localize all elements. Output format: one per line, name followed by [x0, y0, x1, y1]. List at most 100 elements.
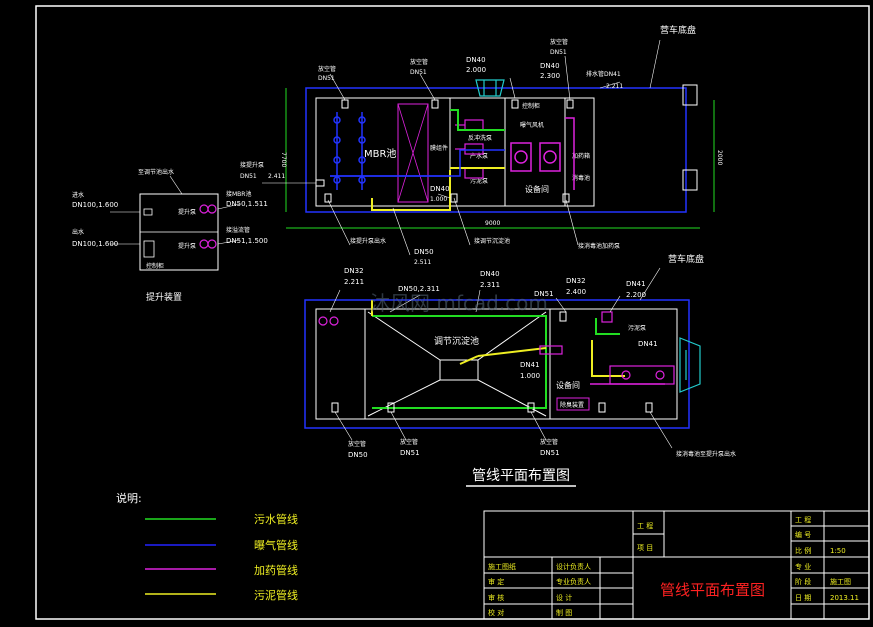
pump-group: [455, 119, 484, 179]
bottom-pipe-dn-5: DN41: [626, 280, 646, 288]
dim-bottom-text: 9000: [485, 220, 500, 227]
lift-pump-b: 提升泵: [178, 242, 196, 250]
top-pipe-elev-4: 2.300: [540, 72, 560, 80]
top-pipe-label-6: 接提升泵: [240, 161, 264, 169]
bottom-pipe-elev-4: 2.400: [566, 288, 586, 296]
legend-label-2: 加药管线: [254, 563, 298, 577]
tb-left-0-1: 设计负责人: [556, 562, 591, 571]
backwash-pump-label: 反冲洗泵: [468, 134, 492, 142]
lift-dn-4: DN51,1.500: [226, 237, 268, 245]
tb-right-3-0: 专 业: [795, 562, 811, 571]
lift-label-0: 至调节池出水: [138, 168, 174, 176]
top-below-label-1: 接调节沉淀池: [474, 237, 510, 245]
top-pipe-elev-5: 2.211: [606, 83, 623, 90]
tb-right-5-0: 日 期: [795, 594, 811, 602]
aeration-fan-label: 曝气风机: [520, 121, 544, 129]
bottom-chassis-label: 营车底盘: [668, 253, 704, 265]
bottom-pipe-elev-2: 2.311: [480, 281, 500, 289]
drawing-title: 管线平面布置图: [472, 468, 570, 484]
legend: 说明: 污水管线 曝气管线 加药管线 污泥管线: [116, 491, 298, 602]
settling-tank-label: 调节沉淀池: [434, 335, 479, 347]
legend-label-0: 污水管线: [254, 512, 298, 526]
top-pipe-label-1: 放空管: [410, 58, 428, 66]
legend-label-1: 曝气管线: [254, 538, 298, 552]
top-pipe-label-5: 排水管DN41: [586, 70, 621, 78]
bottom-pipe-dn-7: DN41: [638, 340, 658, 348]
tb-left-1-0: 审 定: [488, 577, 504, 586]
lift-label-1: 进水: [72, 191, 84, 199]
top-pipe-dn-8: DN50: [414, 248, 434, 256]
bottom-pipe-dn-10: DN51: [540, 449, 560, 457]
bottom-sludge-pump-label: 污泥泵: [628, 324, 646, 332]
top-pipe-elev-7: 1.000: [430, 196, 447, 203]
lift-device: 至调节池出水 进水 DN100,1.600 出水 DN100,1.600 接MB…: [72, 168, 268, 303]
title-block-text: 工 程 项 目 管线平面布置图 施工图纸 设计负责人 审 定 专业负责人 审 核…: [488, 515, 859, 617]
top-below-label-0: 接提升泵出水: [350, 237, 386, 245]
top-chassis-label: 营车底盘: [660, 24, 696, 36]
top-pipe-elev-2: 2.000: [466, 66, 486, 74]
top-pipe-label-0: 放空管: [318, 65, 336, 73]
bottom-valves: [331, 311, 653, 413]
watermark: 沐风网 mfcad.com: [370, 291, 548, 315]
bottom-plan: 调节沉淀池 设备间 污泥泵 除臭装置 DN32 2.211 DN50,2.311…: [304, 253, 736, 459]
top-pipe-dn-7: DN40: [430, 185, 450, 193]
lift-label-4: 接溢流管: [226, 226, 250, 234]
top-plan: 7700 2000 9000 MBR池 膜组件 设备间 曝气风机 控制柜 反冲洗…: [240, 24, 723, 266]
bottom-tank-wall: [315, 308, 678, 420]
bottom-pipe-dn-9: DN51: [400, 449, 420, 457]
tb-left-0-0: 施工图纸: [488, 562, 516, 571]
tb-left-3-1: 制 图: [556, 608, 572, 617]
tb-right-5-1: 2013.11: [830, 594, 859, 602]
top-pipe-dn-4: DN40: [540, 62, 560, 70]
legend-label-3: 污泥管线: [254, 588, 298, 602]
tb-right-4-0: 阶 段: [795, 577, 811, 586]
tb-left-2-1: 设 计: [556, 593, 572, 602]
tb-project-sub: 项 目: [637, 544, 653, 552]
lift-label-3: 接MBR池: [226, 190, 251, 198]
bottom-right-label: 接消毒池至提升泵出水: [676, 450, 736, 458]
tb-right-2-1: 1:50: [830, 547, 846, 555]
bottom-label-2: 放空管: [540, 438, 558, 446]
top-pipe-dn-6: DN51: [240, 173, 257, 180]
tb-left-1-1: 专业负责人: [556, 577, 591, 586]
tb-project-label: 工 程: [637, 521, 653, 530]
dim-right-text: 2000: [716, 150, 723, 165]
bottom-pipe-dn-2: DN40: [480, 270, 500, 278]
top-equipment-room-label: 设备间: [525, 184, 549, 194]
membrane-label: 膜组件: [430, 144, 448, 152]
tb-drawing-name: 管线平面布置图: [660, 581, 765, 599]
top-pipe-elev-6: 2.411: [268, 173, 285, 180]
lift-dn-1: DN100,1.600: [72, 201, 118, 209]
title-block: [483, 510, 870, 620]
lift-pumps: [199, 204, 217, 249]
bottom-dosing-label: 除臭装置: [560, 401, 584, 409]
bottom-pipe-dn-6: DN41: [520, 361, 540, 369]
bottom-pipe-elev-6: 1.000: [520, 372, 540, 380]
bottom-pipe-elev-0: 2.211: [344, 278, 364, 286]
bottom-pipe-elev-5: 2.200: [626, 291, 646, 299]
bottom-equipment-label: 设备间: [556, 380, 580, 390]
top-pipe-dn-1: DN51: [410, 69, 427, 76]
lift-control-box: 控制柜: [146, 262, 164, 270]
top-pipe-elev-8: 2.511: [414, 259, 431, 266]
bottom-pipe-dn-8: DN50: [348, 451, 368, 459]
tb-right-0-0: 工 程: [795, 515, 811, 524]
lift-label-2: 出水: [72, 228, 84, 236]
product-pump-label: 产水泵: [470, 152, 488, 160]
lift-dn-3: DN50,1.511: [226, 200, 268, 208]
bottom-sludge-pipe-b: [591, 340, 625, 377]
top-pipe-dn-3: DN51: [550, 49, 567, 56]
tb-left-2-0: 审 核: [488, 593, 504, 602]
tb-right-1-0: 编 号: [795, 530, 811, 539]
bottom-pipe-dn-0: DN32: [344, 267, 364, 275]
control-cabinet-label: 控制柜: [522, 102, 540, 110]
tb-left-3-0: 校 对: [488, 608, 504, 617]
tb-right-4-1: 施工图: [830, 577, 851, 586]
lift-dn-2: DN100,1.600: [72, 240, 118, 248]
dim-left-text: 7700: [280, 152, 287, 167]
lift-title: 提升装置: [146, 291, 182, 303]
lift-pump-a: 提升泵: [178, 208, 196, 216]
top-pipe-dn-2: DN40: [466, 56, 486, 64]
legend-title: 说明:: [116, 491, 142, 505]
top-below-label-2: 接消毒池加药泵: [578, 242, 620, 250]
